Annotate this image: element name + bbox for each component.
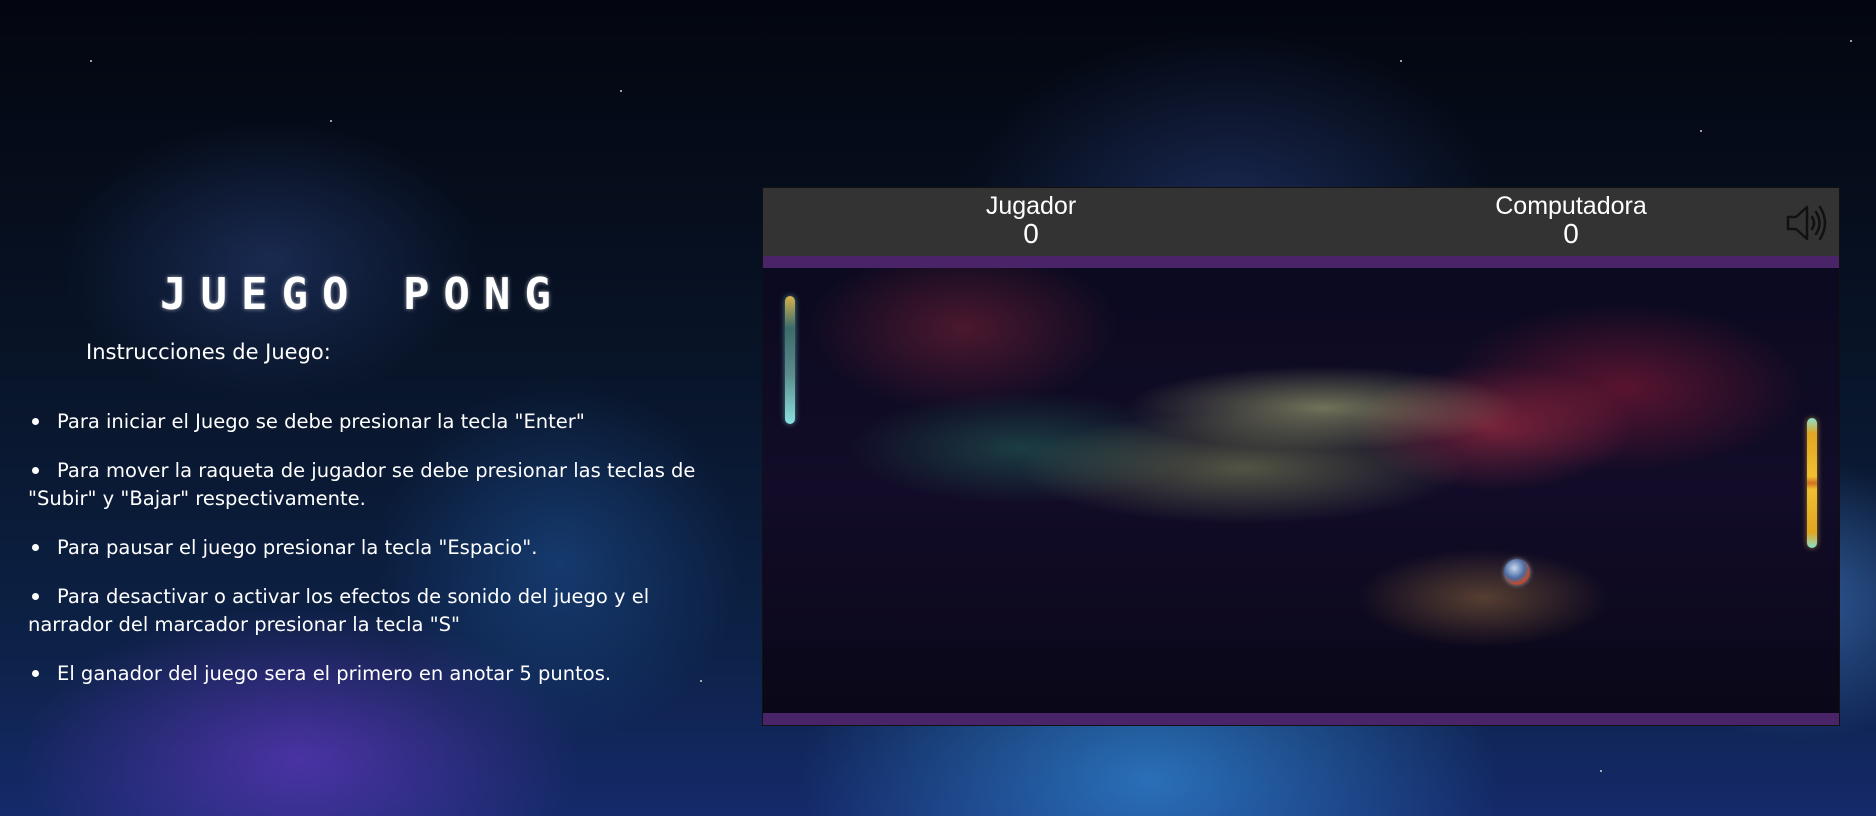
speaker-volume-icon[interactable] — [1785, 202, 1829, 244]
cpu-label: Computadora — [1495, 192, 1647, 220]
player-paddle[interactable] — [785, 296, 795, 424]
field-top-border — [763, 256, 1839, 268]
list-item: Para pausar el juego presionar la tecla … — [28, 534, 738, 562]
instructions-list: Para iniciar el Juego se debe presionar … — [28, 408, 738, 709]
instructions-heading: Instrucciones de Juego: — [86, 340, 331, 364]
ball — [1504, 559, 1530, 585]
scoreboard: Jugador 0 Computadora 0 — [763, 188, 1839, 256]
player-score: 0 — [1023, 218, 1039, 249]
player-label: Jugador — [985, 192, 1077, 220]
list-item: Para desactivar o activar los efectos de… — [28, 585, 650, 636]
game-board[interactable]: Jugador 0 Computadora 0 — [762, 187, 1840, 726]
field-bottom-border — [763, 713, 1839, 725]
bullet-icon — [32, 543, 39, 551]
bullet-icon — [32, 466, 39, 474]
cpu-score-block: Computadora 0 — [1471, 192, 1671, 248]
bullet-icon — [32, 592, 39, 600]
page-title: JUEGO PONG — [160, 269, 565, 321]
cpu-score: 0 — [1563, 218, 1579, 249]
cpu-paddle — [1807, 418, 1817, 548]
player-score-block: Jugador 0 — [931, 192, 1131, 248]
bullet-icon — [32, 669, 39, 677]
list-item: El ganador del juego sera el primero en … — [28, 660, 738, 688]
list-item: Para iniciar el Juego se debe presionar … — [28, 408, 738, 436]
bullet-icon — [32, 417, 39, 425]
play-field — [763, 268, 1839, 715]
list-item: Para mover la raqueta de jugador se debe… — [28, 459, 696, 510]
